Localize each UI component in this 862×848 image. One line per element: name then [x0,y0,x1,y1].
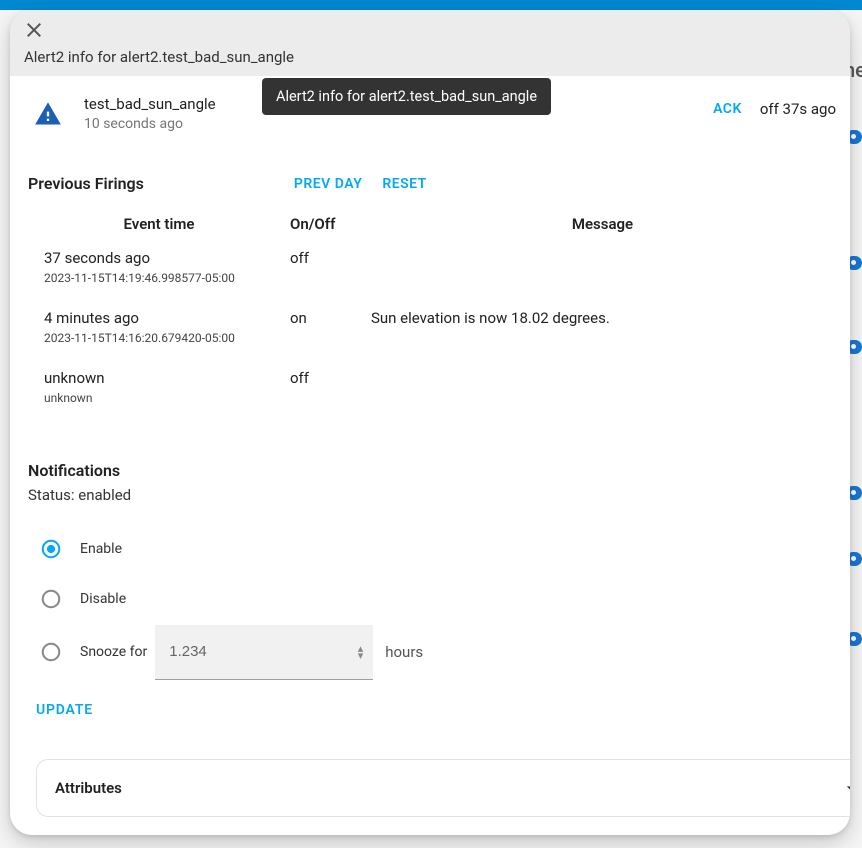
event-message [363,245,842,305]
tooltip: Alert2 info for alert2.test_bad_sun_angl… [262,78,551,115]
notifications-title: Notifications [28,461,842,480]
event-timestamp: 2023-11-15T14:19:46.998577-05:00 [44,271,274,285]
table-row: 37 seconds ago 2023-11-15T14:19:46.99857… [28,245,842,305]
event-message: Sun elevation is now 18.02 degrees. [363,305,842,365]
radio-disable[interactable]: Disable [28,574,842,624]
warning-icon [34,100,62,128]
table-row: unknown unknown off [28,365,842,425]
event-rel-time: 4 minutes ago [44,309,274,327]
alert-info-dialog: Alert2 info for alert2.test_bad_sun_angl… [10,10,850,835]
radio-snooze[interactable]: Snooze for ▴▾ hours [28,624,842,680]
previous-firings-header: Previous Firings PREV DAY RESET [28,174,842,193]
col-event-time: Event time [28,209,282,245]
attributes-expander[interactable]: Attributes [36,759,850,817]
close-icon[interactable] [22,18,46,42]
reset-button[interactable]: RESET [382,176,426,192]
prev-day-button[interactable]: PREV DAY [294,176,362,192]
chevron-down-icon [841,778,850,798]
notifications-radio-group: Enable Disable Snooze for ▴▾ hours [28,524,842,680]
event-rel-time: 37 seconds ago [44,249,274,267]
entity-elapsed: 10 seconds ago [84,114,216,134]
event-onoff: off [282,365,363,425]
event-onoff: off [282,245,363,305]
event-onoff: on [282,305,363,365]
event-rel-time: unknown [44,369,274,387]
ack-button[interactable]: ACK [713,101,742,117]
dialog-header: Alert2 info for alert2.test_bad_sun_angl… [10,10,850,76]
radio-enable[interactable]: Enable [28,524,842,574]
previous-firings-title: Previous Firings [28,174,144,193]
col-onoff: On/Off [282,209,363,245]
radio-unchecked-icon [40,641,62,663]
radio-disable-label: Disable [80,591,126,607]
number-stepper-icon[interactable]: ▴▾ [358,645,364,659]
app-top-bar [0,0,862,10]
col-message: Message [363,209,842,245]
update-button[interactable]: UPDATE [36,702,93,718]
table-row: 4 minutes ago 2023-11-15T14:16:20.679420… [28,305,842,365]
dialog-title: Alert2 info for alert2.test_bad_sun_angl… [24,48,838,70]
radio-unchecked-icon [40,588,62,610]
event-timestamp: unknown [44,391,274,405]
attributes-label: Attributes [55,779,122,797]
radio-enable-label: Enable [80,541,122,557]
state-label: off 37s ago [760,100,836,118]
entity-name: test_bad_sun_angle [84,94,216,114]
notifications-status: Status: enabled [28,486,842,504]
radio-snooze-label: Snooze for [80,644,147,660]
event-message [363,365,842,425]
event-timestamp: 2023-11-15T14:16:20.679420-05:00 [44,331,274,345]
radio-checked-icon [40,538,62,560]
summary-text: test_bad_sun_angle 10 seconds ago [84,94,216,134]
snooze-duration-input[interactable] [155,625,373,680]
dialog-body: test_bad_sun_angle 10 seconds ago ACK of… [10,76,850,718]
snooze-unit-label: hours [385,643,423,661]
firings-table: Event time On/Off Message 37 seconds ago… [28,209,842,425]
